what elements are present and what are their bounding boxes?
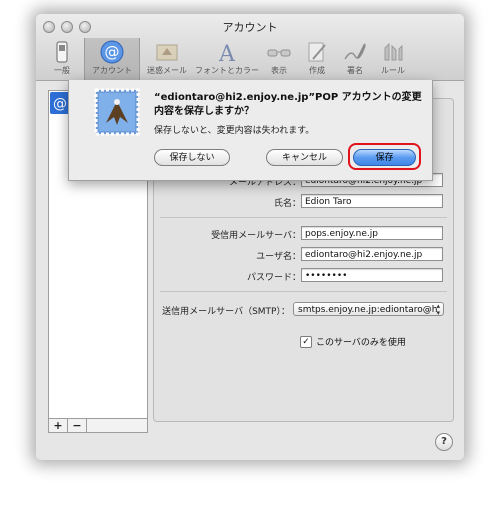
window-title: アカウント <box>222 21 278 34</box>
add-account-button[interactable]: + <box>49 419 68 432</box>
toolbar-viewing[interactable]: 表示 <box>260 38 298 80</box>
svg-text:A: A <box>218 42 236 64</box>
font-icon: A <box>218 42 236 64</box>
switch-icon <box>56 41 68 63</box>
only-this-server-label: このサーバのみを使用 <box>316 338 406 348</box>
cancel-button[interactable]: キャンセル <box>266 149 343 166</box>
svg-text:@: @ <box>105 43 120 61</box>
toolbar-composing-label: 作成 <box>309 66 325 75</box>
save-changes-sheet: “ediontaro@hi2.enjoy.ne.jp”POP アカウントの変更内… <box>68 80 433 181</box>
remove-account-button[interactable]: − <box>68 419 87 432</box>
sheet-message: 保存しないと、変更内容は失われます。 <box>154 126 315 136</box>
toolbar-fonts-colors-label: フォントとカラー <box>195 66 259 75</box>
incoming-server-field[interactable]: pops.enjoy.ne.jp <box>301 226 443 240</box>
incoming-server-row: 受信用メールサーバ： pops.enjoy.ne.jp <box>154 226 453 242</box>
name-label: 氏名： <box>273 199 301 209</box>
smtp-server-value: smtps.enjoy.ne.jp:ediontaro@h <box>298 305 438 315</box>
username-label: ユーザ名： <box>256 252 301 262</box>
name-row: 氏名： Edion Taro <box>154 194 453 210</box>
toolbar-signatures[interactable]: 署名 <box>336 38 374 80</box>
divider <box>160 291 447 292</box>
compose-pencil-icon <box>308 42 326 62</box>
smtp-server-select[interactable]: smtps.enjoy.ne.jp:ediontaro@h ▴ ▾ <box>293 302 444 316</box>
dont-save-button[interactable]: 保存しない <box>154 149 230 166</box>
junk-mail-bird-icon <box>156 44 178 61</box>
account-list-item[interactable]: @ <box>50 92 70 114</box>
svg-text:@: @ <box>53 96 67 112</box>
password-label: パスワード： <box>246 273 301 283</box>
title-bar: アカウント 一般 @ アカウント 迷惑メール A フォントとカラー 表示 作成 … <box>36 14 464 81</box>
toolbar-general[interactable]: 一般 <box>40 38 84 80</box>
toolbar-signatures-label: 署名 <box>347 66 363 75</box>
toolbar-rules-label: ルール <box>381 66 405 75</box>
toolbar-rules[interactable]: ルール <box>374 38 412 80</box>
at-sign-icon: @ <box>53 96 67 112</box>
at-sign-icon: @ <box>100 40 124 64</box>
username-field[interactable]: ediontaro@hi2.enjoy.ne.jp <box>301 247 443 261</box>
incoming-server-label: 受信用メールサーバ： <box>211 231 301 241</box>
toolbar-composing[interactable]: 作成 <box>298 38 336 80</box>
save-button-highlight <box>348 143 421 170</box>
sheet-title: “ediontaro@hi2.enjoy.ne.jp”POP アカウントの変更内… <box>154 92 422 117</box>
rules-icon <box>384 42 403 61</box>
account-list-footer: + − <box>48 418 148 433</box>
toolbar-junk-mail[interactable]: 迷惑メール <box>140 38 194 80</box>
only-this-server-checkbox[interactable]: ✓ <box>300 335 312 348</box>
toolbar-fonts-colors[interactable]: A フォントとカラー <box>194 38 260 80</box>
smtp-row: 送信用メールサーバ（SMTP）： smtps.enjoy.ne.jp:edion… <box>154 302 453 318</box>
popup-arrows-icon: ▴ ▾ <box>436 302 440 316</box>
toolbar-accounts-label: アカウント <box>92 66 132 75</box>
toolbar-accounts[interactable]: @ アカウント <box>84 38 140 80</box>
mail-stamp-eagle-icon <box>94 88 140 136</box>
toolbar-general-label: 一般 <box>54 66 70 75</box>
help-button[interactable]: ? <box>435 433 453 451</box>
glasses-icon <box>267 49 291 57</box>
signature-pen-icon <box>344 43 366 60</box>
smtp-label: 送信用メールサーバ（SMTP）： <box>162 307 290 317</box>
name-field[interactable]: Edion Taro <box>301 194 443 208</box>
toolbar-junk-mail-label: 迷惑メール <box>147 66 187 75</box>
username-row: ユーザ名： ediontaro@hi2.enjoy.ne.jp <box>154 247 453 263</box>
password-row: パスワード： •••••••• <box>154 268 453 284</box>
divider <box>160 217 447 218</box>
preferences-toolbar: 一般 @ アカウント 迷惑メール A フォントとカラー 表示 作成 署名 ルール <box>40 38 412 80</box>
toolbar-viewing-label: 表示 <box>271 66 287 75</box>
password-field[interactable]: •••••••• <box>301 268 443 282</box>
only-this-server-option: ✓ このサーバのみを使用 <box>300 335 406 348</box>
